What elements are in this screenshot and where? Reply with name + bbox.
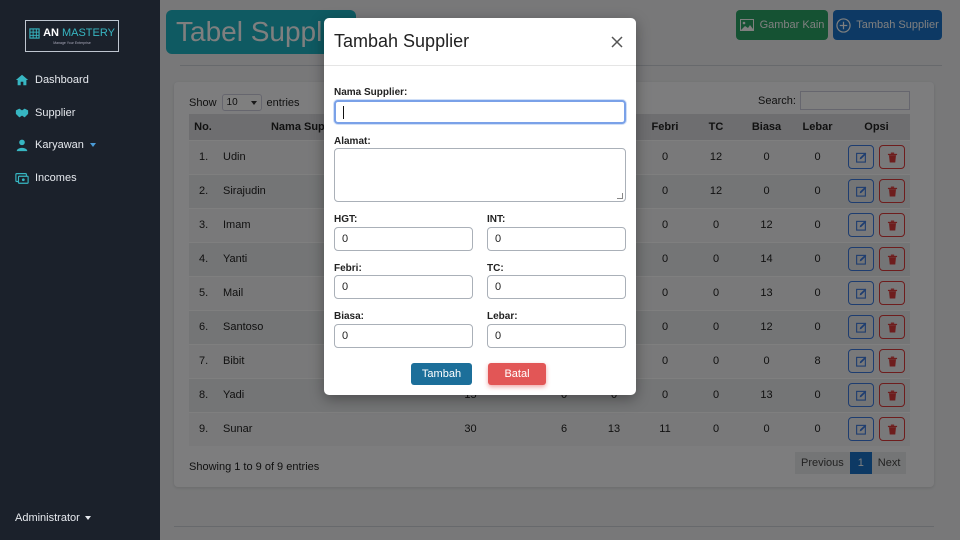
tambah-supplier-modal: Tambah Supplier Nama Supplier: Alamat: H… <box>324 18 636 395</box>
hgt-input[interactable]: 0 <box>334 227 473 251</box>
alamat-label: Alamat: <box>334 136 371 147</box>
tambah-button[interactable]: Tambah <box>411 363 472 385</box>
home-icon <box>15 74 29 86</box>
modal-header: Tambah Supplier <box>324 18 636 66</box>
brand-part1: AN <box>43 27 59 39</box>
biasa-input[interactable]: 0 <box>334 324 473 348</box>
brand-logo[interactable]: AN MASTERY Manage Your Enterprise <box>25 20 119 52</box>
int-input[interactable]: 0 <box>487 227 626 251</box>
febri-input[interactable]: 0 <box>334 275 473 299</box>
sidebar-item-label: Karyawan <box>35 139 84 151</box>
lebar-input[interactable]: 0 <box>487 324 626 348</box>
sidebar-item-label: Dashboard <box>35 74 89 86</box>
text-cursor <box>343 105 344 119</box>
user-icon <box>16 139 28 152</box>
brand-subtitle: Manage Your Enterprise <box>53 41 91 45</box>
batal-button[interactable]: Batal <box>488 363 546 385</box>
brand-part2: MASTERY <box>61 27 115 39</box>
sidebar-item-supplier[interactable]: Supplier <box>15 106 75 120</box>
resize-handle[interactable] <box>617 193 623 199</box>
febri-label: Febri: <box>334 263 362 274</box>
close-icon <box>611 35 623 48</box>
user-menu[interactable]: Administrator <box>15 512 91 524</box>
tc-label: TC: <box>487 263 504 274</box>
hgt-label: HGT: <box>334 214 358 225</box>
nama-supplier-label: Nama Supplier: <box>334 87 408 98</box>
handshake-icon <box>15 108 29 118</box>
lebar-label: Lebar: <box>487 311 518 322</box>
chevron-down-icon <box>84 516 91 520</box>
sidebar-item-karyawan[interactable]: Karyawan <box>15 138 96 152</box>
chevron-down-icon <box>89 143 96 147</box>
sidebar-item-incomes[interactable]: Incomes <box>15 171 77 185</box>
biasa-label: Biasa: <box>334 311 365 322</box>
sidebar-item-label: Incomes <box>35 172 77 184</box>
sidebar-item-label: Supplier <box>35 107 76 119</box>
sidebar: AN MASTERY Manage Your Enterprise Dashboa… <box>0 0 160 540</box>
int-label: INT: <box>487 214 506 225</box>
nama-supplier-input[interactable] <box>334 100 626 124</box>
sidebar-item-dashboard[interactable]: Dashboard <box>15 73 89 87</box>
user-name: Administrator <box>15 512 80 524</box>
close-button[interactable] <box>608 33 626 51</box>
money-icon <box>15 173 29 184</box>
alamat-textarea[interactable] <box>334 148 626 202</box>
grid-icon <box>29 27 40 39</box>
modal-title: Tambah Supplier <box>334 31 470 51</box>
tc-input[interactable]: 0 <box>487 275 626 299</box>
